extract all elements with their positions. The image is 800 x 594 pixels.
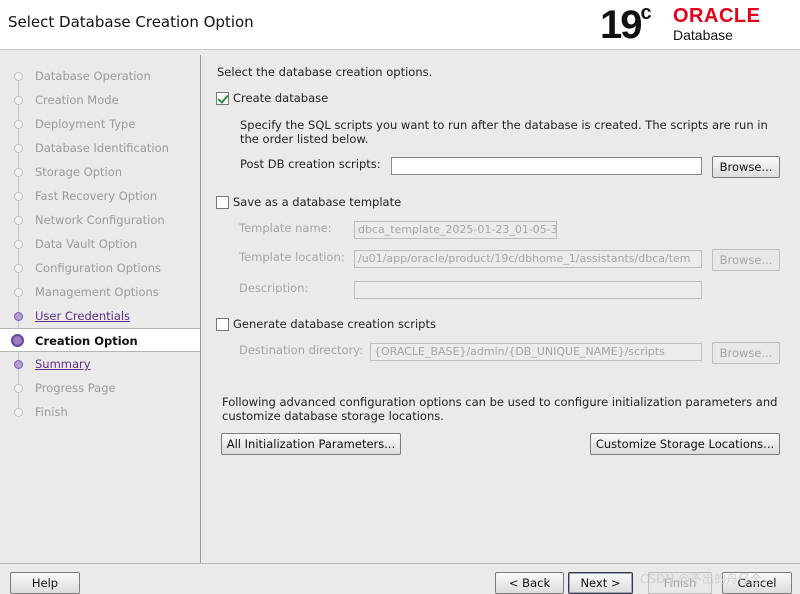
step-user-credentials[interactable]: User Credentials	[0, 304, 200, 328]
step-label: Creation Mode	[35, 93, 119, 107]
template-location-label: Template location:	[239, 250, 345, 264]
step-dot-icon	[14, 216, 23, 225]
step-storage-option: Storage Option	[0, 160, 200, 184]
next-button[interactable]: Next >	[568, 572, 633, 594]
step-dot-icon	[11, 334, 24, 347]
logo-product: Database	[673, 27, 733, 43]
step-label: Network Configuration	[35, 213, 165, 227]
step-label: Data Vault Option	[35, 237, 138, 251]
destination-directory-label: Destination directory:	[239, 343, 364, 357]
step-dot-icon	[14, 192, 23, 201]
template-description-label: Description:	[239, 281, 309, 295]
watermark-text: CSDN @不出的舟仔全	[640, 572, 763, 586]
step-label: Storage Option	[35, 165, 123, 179]
step-deployment-type: Deployment Type	[0, 112, 200, 136]
step-dot-icon	[14, 312, 23, 321]
step-dot-icon	[14, 384, 23, 393]
step-dot-icon	[14, 288, 23, 297]
template-description-input[interactable]	[354, 281, 702, 299]
intro-text: Select the database creation options.	[217, 65, 433, 79]
post-scripts-description-line1: Specify the SQL scripts you want to run …	[240, 118, 768, 132]
content-panel: Select the database creation options. Cr…	[201, 55, 800, 563]
generate-scripts-label[interactable]: Generate database creation scripts	[233, 317, 436, 331]
step-label: Creation Option	[35, 334, 138, 348]
help-button[interactable]: Help	[10, 572, 80, 594]
step-label: Progress Page	[35, 381, 116, 395]
step-finish: Finish	[0, 400, 200, 424]
save-template-label[interactable]: Save as a database template	[233, 195, 401, 209]
step-label[interactable]: User Credentials	[35, 304, 130, 328]
step-dot-icon	[14, 72, 23, 81]
save-template-checkbox[interactable]	[216, 196, 229, 209]
step-dot-icon	[14, 264, 23, 273]
step-label: Deployment Type	[35, 117, 136, 131]
step-label: Management Options	[35, 285, 159, 299]
step-database-identification: Database Identification	[0, 136, 200, 160]
destination-browse-button[interactable]: Browse...	[712, 342, 780, 364]
logo-brand: ORACLE	[673, 5, 761, 27]
step-progress-page: Progress Page	[0, 376, 200, 400]
step-label: Finish	[35, 405, 68, 419]
template-name-input[interactable]: dbca_template_2025-01-23_01-05-3	[354, 221, 557, 239]
step-label: Database Operation	[35, 69, 151, 83]
logo-version: 19c	[600, 2, 652, 47]
step-network-configuration: Network Configuration	[0, 208, 200, 232]
step-dot-icon	[14, 120, 23, 129]
create-database-checkbox[interactable]	[216, 92, 229, 105]
template-name-label: Template name:	[239, 221, 332, 235]
post-scripts-input[interactable]	[391, 157, 702, 175]
step-label: Database Identification	[35, 141, 169, 155]
step-database-operation: Database Operation	[0, 64, 200, 88]
step-dot-icon	[14, 168, 23, 177]
step-creation-option: Creation Option	[0, 328, 200, 352]
step-configuration-options: Configuration Options	[0, 256, 200, 280]
step-dot-icon	[14, 240, 23, 249]
template-location-input[interactable]: /u01/app/oracle/product/19c/dbhome_1/ass…	[354, 250, 702, 268]
step-fast-recovery-option: Fast Recovery Option	[0, 184, 200, 208]
advanced-description-line2: customize database storage locations.	[222, 409, 444, 423]
post-scripts-label: Post DB creation scripts:	[240, 157, 381, 171]
step-dot-icon	[14, 144, 23, 153]
step-label: Fast Recovery Option	[35, 189, 158, 203]
window-header: Select Database Creation Option 19c ORAC…	[0, 0, 800, 50]
step-creation-mode: Creation Mode	[0, 88, 200, 112]
destination-directory-input[interactable]: {ORACLE_BASE}/admin/{DB_UNIQUE_NAME}/scr…	[370, 343, 702, 361]
step-label: Configuration Options	[35, 261, 162, 275]
step-data-vault-option: Data Vault Option	[0, 232, 200, 256]
step-dot-icon	[14, 360, 23, 369]
generate-scripts-checkbox[interactable]	[216, 318, 229, 331]
step-label[interactable]: Summary	[35, 352, 91, 376]
page-title: Select Database Creation Option	[8, 13, 254, 31]
template-location-browse-button[interactable]: Browse...	[712, 249, 780, 271]
oracle-logo: 19c ORACLE Database	[600, 2, 790, 47]
create-database-label[interactable]: Create database	[233, 91, 328, 105]
post-scripts-browse-button[interactable]: Browse...	[712, 156, 780, 178]
step-management-options: Management Options	[0, 280, 200, 304]
advanced-description-line1: Following advanced configuration options…	[222, 395, 778, 409]
back-button[interactable]: < Back	[495, 572, 564, 594]
customize-storage-locations-button[interactable]: Customize Storage Locations...	[590, 433, 780, 455]
step-summary[interactable]: Summary	[0, 352, 200, 376]
step-dot-icon	[14, 96, 23, 105]
all-initialization-parameters-button[interactable]: All Initialization Parameters...	[221, 433, 401, 455]
step-dot-icon	[14, 408, 23, 417]
post-scripts-description-line2: the order listed below.	[240, 132, 369, 146]
steps-sidebar: Database Operation Creation Mode Deploym…	[0, 55, 201, 563]
